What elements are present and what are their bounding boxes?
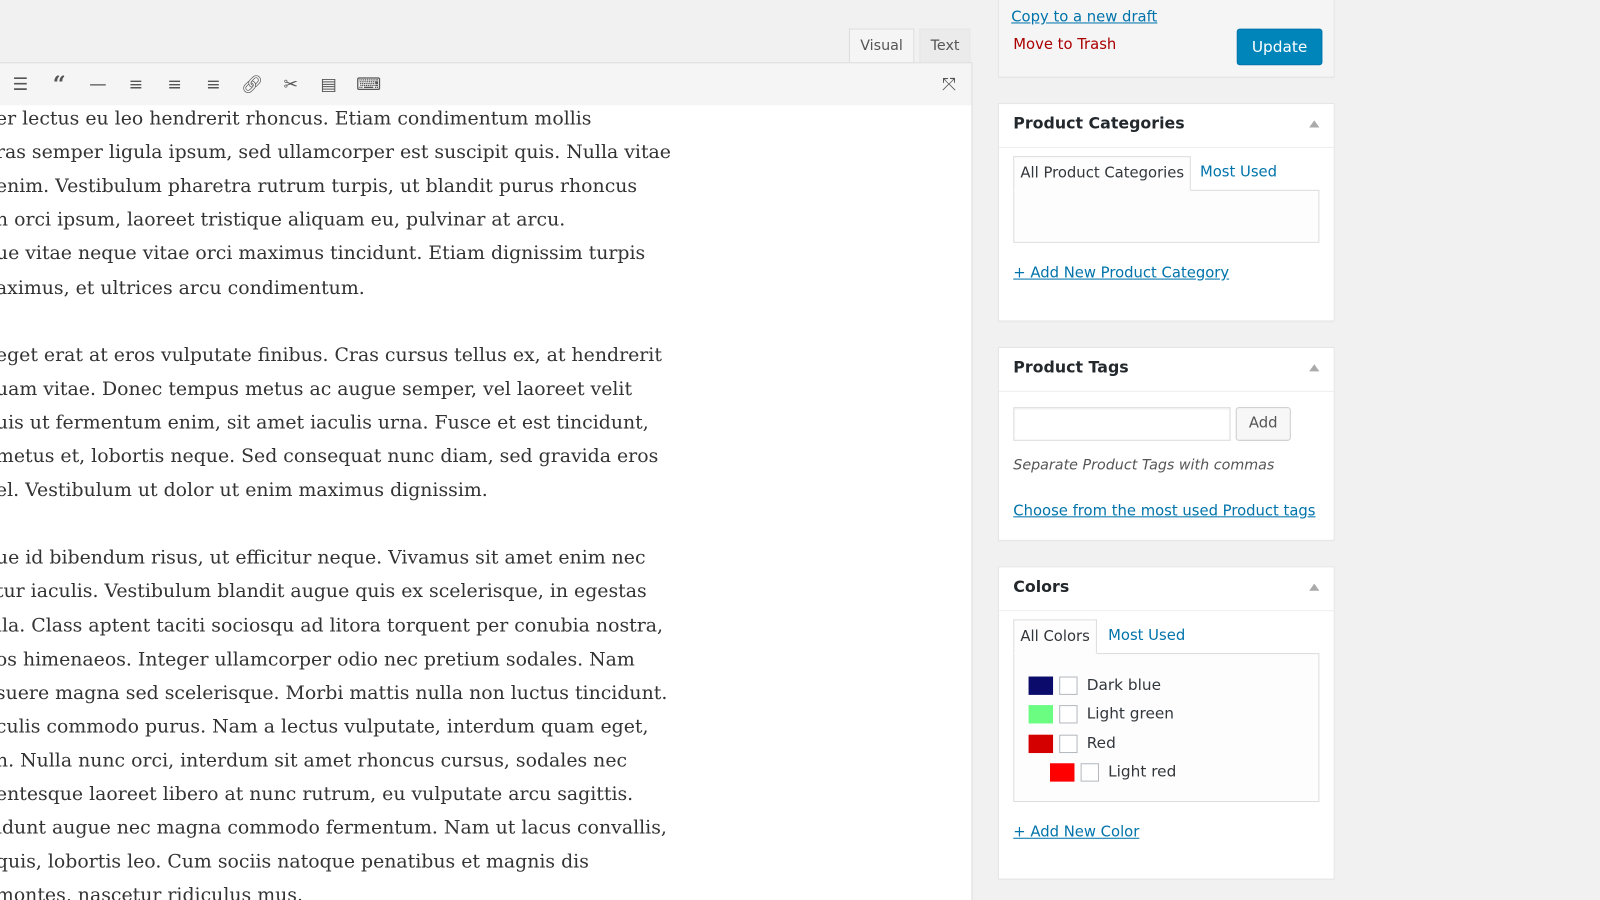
collapse-toggle-icon[interactable] xyxy=(1309,583,1320,591)
color-label: Dark blue xyxy=(1086,675,1162,694)
text-line: suere magna sed scelerisque. Morbi matti… xyxy=(0,682,668,704)
color-swatch xyxy=(1028,676,1054,695)
publish-box: Copy to a new draft Move to Trash Update xyxy=(997,0,1335,78)
tags-hint: Separate Product Tags with commas xyxy=(1013,457,1275,474)
update-button[interactable]: Update xyxy=(1236,28,1323,66)
add-category-link[interactable]: + Add New Product Category xyxy=(1013,265,1229,281)
text-line: aximus, et ultrices arcu condimentum. xyxy=(0,277,365,299)
toolbar-toggle-icon[interactable]: ⌨ xyxy=(356,73,381,95)
text-line: uis ut fermentum enim, sit amet iaculis … xyxy=(0,412,649,434)
add-color-link[interactable]: + Add New Color xyxy=(1013,824,1139,840)
copy-draft-link[interactable]: Copy to a new draft xyxy=(1011,9,1157,25)
align-left-icon[interactable]: ≡ xyxy=(124,73,146,95)
text-line: eget erat at eros vulputate finibus. Cra… xyxy=(0,344,662,367)
color-checkbox[interactable] xyxy=(1059,734,1078,753)
product-categories-box: Product Categories All Product Categorie… xyxy=(997,103,1335,322)
text-line: ue id bibendum risus, ut efficitur neque… xyxy=(0,547,646,569)
editor-content[interactable]: er lectus eu leo hendrerit rhoncus. Etia… xyxy=(0,105,973,900)
text-line: montes, nascetur ridiculus mus. xyxy=(0,884,303,900)
tab-all-categories[interactable]: All Product Categories xyxy=(1013,156,1192,191)
blockquote-icon[interactable]: “ xyxy=(48,73,70,95)
horizontal-rule-icon[interactable]: — xyxy=(87,73,109,95)
numbered-list-icon[interactable]: ☰ xyxy=(9,73,31,95)
align-right-icon[interactable]: ≡ xyxy=(202,73,224,95)
text-line: uam vitae. Donec tempus metus ac augue s… xyxy=(0,378,633,400)
move-to-trash-link[interactable]: Move to Trash xyxy=(1013,37,1116,53)
color-checkbox[interactable] xyxy=(1080,763,1099,782)
color-label: Red xyxy=(1086,733,1116,752)
tab-all-colors[interactable]: All Colors xyxy=(1013,619,1097,655)
text-line: ras semper ligula ipsum, sed ullamcorper… xyxy=(0,141,671,164)
text-line: entesque laoreet libero at nunc rutrum, … xyxy=(0,783,634,806)
add-tag-button[interactable]: Add xyxy=(1235,407,1291,441)
tab-visual[interactable]: Visual xyxy=(848,28,915,64)
align-center-icon[interactable]: ≡ xyxy=(163,73,185,95)
categories-list xyxy=(1013,189,1320,243)
fullscreen-icon[interactable]: ⤧ xyxy=(938,73,960,95)
link-icon[interactable]: 🔗︎ xyxy=(241,73,263,95)
editor-toolbar: ☰ “ — ≡ ≡ ≡ 🔗︎ ✂ ▤ ⌨ ⤧ xyxy=(0,62,973,107)
color-swatch xyxy=(1049,763,1075,782)
box-title: Product Categories xyxy=(1013,114,1185,133)
box-title: Product Tags xyxy=(1013,358,1129,377)
text-line: lla. Class aptent taciti sociosqu ad lit… xyxy=(0,614,664,637)
color-label: Light green xyxy=(1086,704,1175,723)
unlink-icon[interactable]: ✂ xyxy=(280,73,302,95)
text-line: enim. Vestibulum pharetra rutrum turpis,… xyxy=(0,175,638,198)
color-checkbox[interactable] xyxy=(1059,676,1078,695)
text-line: n orci ipsum, laoreet tristique aliquam … xyxy=(0,209,566,231)
choose-tags-link[interactable]: Choose from the most used Product tags xyxy=(1013,503,1315,519)
text-line: os himenaeos. Integer ullamcorper odio n… xyxy=(0,648,635,670)
colors-box: Colors All Colors Most Used Dark blue Lig… xyxy=(997,566,1335,880)
text-line: ue vitae neque vitae orci maximus tincid… xyxy=(0,243,646,265)
read-more-icon[interactable]: ▤ xyxy=(317,73,339,95)
text-line: tur iaculis. Vestibulum blandit augue qu… xyxy=(0,581,647,603)
colors-list: Dark blue Light green Red Light red xyxy=(1013,653,1320,803)
tab-most-used[interactable]: Most Used xyxy=(1102,619,1191,654)
color-swatch xyxy=(1028,705,1054,724)
product-tags-box: Product Tags Add Separate Product Tags w… xyxy=(997,346,1335,541)
tab-most-used[interactable]: Most Used xyxy=(1194,156,1283,191)
text-line: h. Nulla nunc orci, interdum sit amet rh… xyxy=(0,749,628,772)
text-line: culis commodo purus. Nam a lectus vulput… xyxy=(0,716,649,738)
text-line: metus et, lobortis neque. Sed consequat … xyxy=(0,445,659,468)
collapse-toggle-icon[interactable] xyxy=(1309,120,1320,128)
text-line: er lectus eu leo hendrerit rhoncus. Etia… xyxy=(0,108,592,130)
color-checkbox[interactable] xyxy=(1059,705,1078,724)
collapse-toggle-icon[interactable] xyxy=(1309,364,1320,372)
text-line: el. Vestibulum ut dolor ut enim maximus … xyxy=(0,479,488,502)
text-line: idunt augue nec magna commodo fermentum.… xyxy=(0,817,667,839)
tab-text[interactable]: Text xyxy=(919,28,971,64)
color-label: Light red xyxy=(1108,762,1177,781)
post-editor-screen: Visual Text ☰ “ — ≡ ≡ ≡ 🔗︎ ✂ ▤ ⌨ ⤧ er le… xyxy=(0,0,1600,900)
text-line: quis, lobortis leo. Cum sociis natoque p… xyxy=(0,851,589,873)
color-swatch xyxy=(1028,734,1054,753)
box-title: Colors xyxy=(1013,577,1070,596)
tag-input[interactable] xyxy=(1013,407,1231,441)
